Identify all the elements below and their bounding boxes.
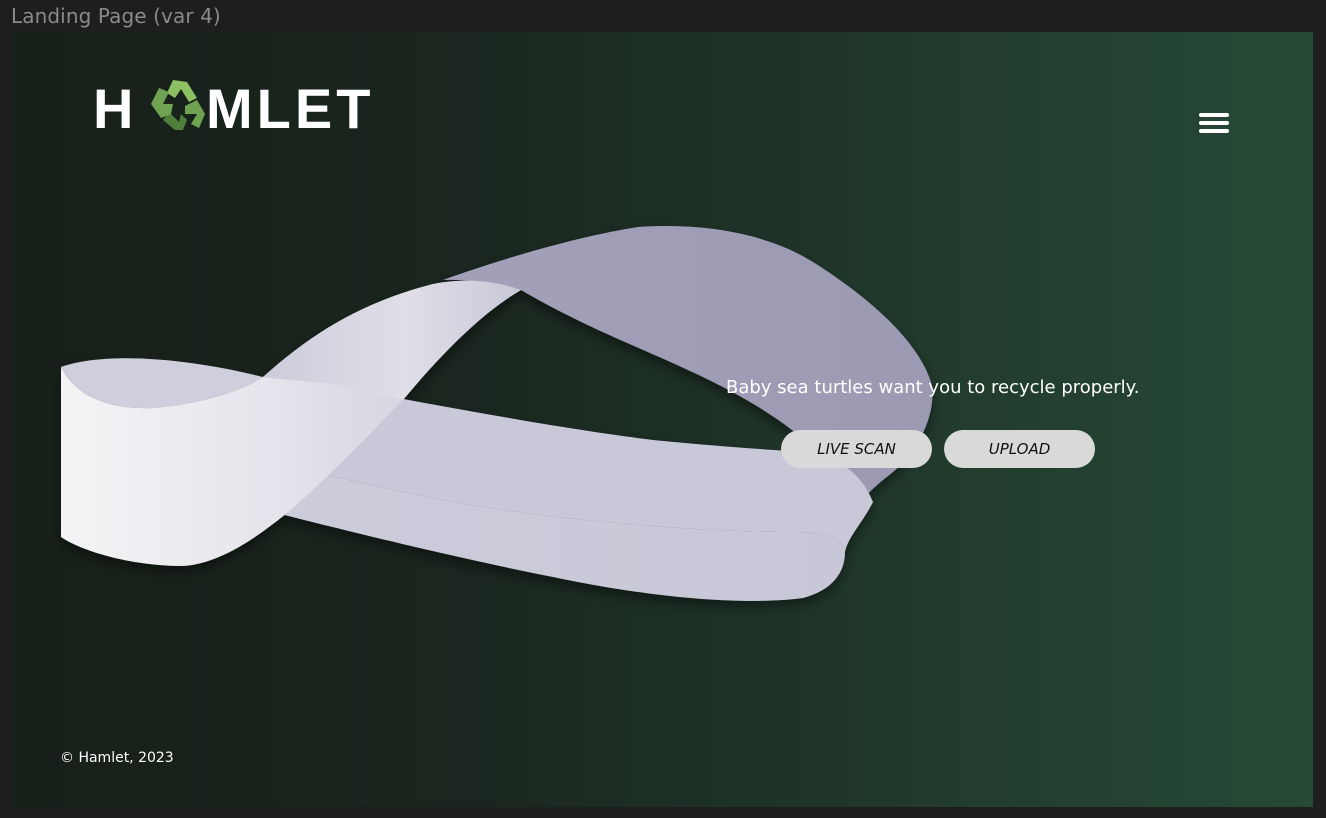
mobius-ribbon-illustration	[61, 226, 933, 601]
footer-copyright: © Hamlet, 2023	[60, 750, 174, 766]
upload-button[interactable]: UPLOAD	[944, 430, 1095, 468]
live-scan-button[interactable]: LIVE SCAN	[781, 430, 932, 468]
logo-letters-mlet: MLET	[206, 77, 374, 138]
menu-line	[1199, 129, 1229, 133]
menu-line	[1199, 121, 1229, 125]
frame-label: Landing Page (var 4)	[11, 4, 221, 28]
hamlet-logo[interactable]: H MLET	[93, 76, 398, 138]
recycle-icon	[151, 80, 205, 130]
hero-tagline: Baby sea turtles want you to recycle pro…	[726, 377, 1140, 398]
hamburger-menu-icon[interactable]	[1196, 107, 1232, 139]
logo-letter-h: H	[93, 77, 133, 138]
landing-page-canvas: H MLET Baby sea turtles want you to recy…	[13, 32, 1313, 807]
menu-line	[1199, 113, 1229, 117]
